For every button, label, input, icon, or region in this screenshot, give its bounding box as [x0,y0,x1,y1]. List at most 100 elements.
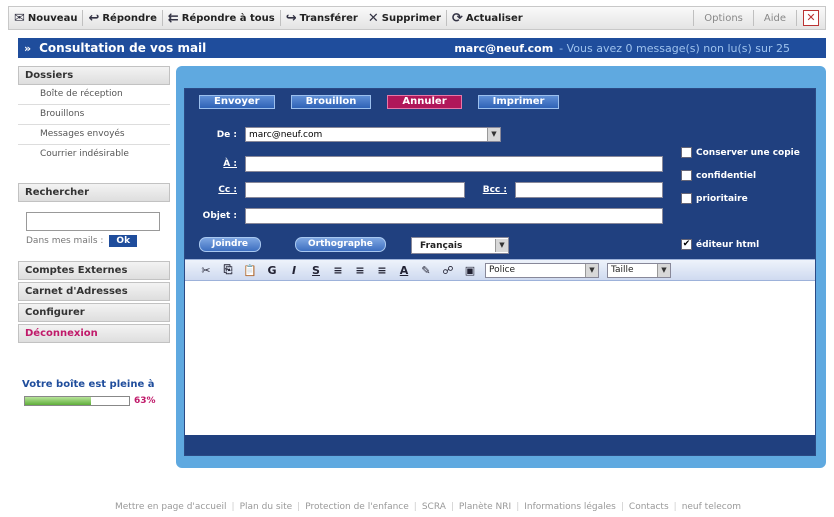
send-button[interactable]: Envoyer [199,95,275,109]
language-value: Français [420,240,463,251]
unread-status: - Vous avez 0 message(s) non lu(s) sur 2… [559,41,790,55]
new-message-button[interactable]: ✉ Nouveau [9,7,82,29]
reply-label: Répondre [102,12,157,24]
footer: Mettre en page d'accueil | Plan du site | … [30,500,826,514]
keep-copy-checkbox[interactable]: Conserver une copie [681,147,800,158]
bold-icon[interactable]: G [261,264,283,277]
size-value: Taille [611,265,634,275]
footer-link[interactable]: Contacts [624,502,674,512]
configure-link[interactable]: Configurer [18,303,170,322]
refresh-label: Actualiser [465,12,523,24]
footer-link[interactable]: Protection de l'enfance [300,502,414,512]
reply-icon: ↩ [88,10,100,26]
reply-all-label: Répondre à tous [181,12,275,24]
cc-label[interactable]: Cc : [187,185,237,195]
footer-link[interactable]: neuf telecom [677,502,746,512]
underline-icon[interactable]: S [305,264,327,277]
message-body-editor[interactable] [185,282,815,436]
search-input[interactable] [26,212,160,231]
font-select[interactable]: Police ▼ [485,262,599,278]
text-color-icon[interactable]: A [393,264,415,277]
page-title: Consultation de vos mail [39,41,207,55]
checkbox-checked-icon: ✔ [681,239,692,250]
cut-icon[interactable]: ✂ [195,264,217,277]
subject-label: Objet : [202,211,237,221]
from-select[interactable]: marc@neuf.com ▼ [245,127,501,142]
subject-row: Objet : [187,208,663,224]
options-link[interactable]: Options [694,7,753,29]
priority-label: prioritaire [696,193,748,204]
chevron-down-icon: ▼ [585,263,598,277]
header-arrow-icon: » [24,41,32,55]
footer-link[interactable]: Planète NRI [454,502,516,512]
footer-link[interactable]: SCRA [417,502,451,512]
italic-icon[interactable]: I [283,264,305,277]
forward-button[interactable]: ↪ Transférer [281,7,363,29]
bcc-label[interactable]: Bcc : [465,185,507,195]
close-icon[interactable]: ✕ [803,10,819,26]
to-label[interactable]: À : [187,159,237,169]
bcc-input[interactable] [515,182,663,198]
account-email: marc@neuf.com [454,41,554,55]
external-accounts-link[interactable]: Comptes Externes [18,261,170,280]
footer-link[interactable]: Mettre en page d'accueil [110,502,232,512]
priority-checkbox[interactable]: prioritaire [681,193,748,204]
search-scope-label: Dans mes mails : [26,236,104,246]
align-right-icon[interactable]: ≡ [371,264,393,277]
chevron-down-icon: ▼ [495,239,508,252]
page-header: » Consultation de vos mail marc@neuf.com… [18,38,826,58]
address-book-link[interactable]: Carnet d'Adresses [18,282,170,301]
checkbox-box [681,147,692,158]
delete-icon: ✕ [367,10,379,26]
spellcheck-button[interactable]: Orthographe [295,237,386,252]
align-left-icon[interactable]: ≡ [327,264,349,277]
save-draft-button[interactable]: Brouillon [290,95,372,109]
attach-button[interactable]: Joindre [199,237,262,252]
quota-percent: 63% [134,396,156,406]
language-select[interactable]: Français ▼ [411,237,509,254]
keep-copy-label: Conserver une copie [696,147,800,158]
quota-label: Votre boîte est pleine à [22,379,155,390]
folders-header[interactable]: Dossiers [18,66,170,85]
cancel-button[interactable]: Annuler [387,95,462,109]
checkbox-box [681,193,692,204]
delete-label: Supprimer [381,12,441,24]
search-row: Dans mes mails : Ok [26,235,170,247]
help-link[interactable]: Aide [754,7,796,29]
compose-form: Envoyer Brouillon Annuler Imprimer De : … [184,88,816,456]
to-input[interactable] [245,156,663,172]
confidential-checkbox[interactable]: confidentiel [681,170,756,181]
subject-input[interactable] [245,208,663,224]
footer-link[interactable]: Informations légales [519,502,621,512]
copy-icon[interactable]: ⎘ [217,263,239,277]
formatting-toolbar: ✂ ⎘ 📋 G I S ≡ ≡ ≡ A ✎ ☍ ▣ Police ▼ Taill… [185,259,815,281]
quota-row: 63% [24,396,170,406]
toolbar-divider [796,10,797,26]
from-value: marc@neuf.com [249,129,323,140]
html-editor-checkbox[interactable]: ✔ éditeur html [681,239,759,250]
folder-junk[interactable]: Courrier indésirable [18,145,170,165]
cc-input[interactable] [245,182,465,198]
print-button[interactable]: Imprimer [477,95,560,109]
new-message-icon: ✉ [14,10,25,26]
folder-drafts[interactable]: Brouillons [18,105,170,125]
footer-link[interactable]: Plan du site [235,502,298,512]
reply-button[interactable]: ↩ Répondre [83,7,161,29]
search-header[interactable]: Rechercher [18,183,170,202]
refresh-button[interactable]: ⟳ Actualiser [447,7,528,29]
size-select[interactable]: Taille ▼ [607,262,671,278]
logout-link[interactable]: Déconnexion [18,324,170,343]
image-icon[interactable]: ▣ [459,264,481,277]
checkbox-box [681,170,692,181]
delete-button[interactable]: ✕ Supprimer [363,7,446,29]
paste-icon[interactable]: 📋 [239,264,261,277]
search-ok-button[interactable]: Ok [109,235,138,247]
highlight-icon[interactable]: ✎ [415,264,437,277]
header-info: marc@neuf.com - Vous avez 0 message(s) n… [454,42,820,55]
link-icon[interactable]: ☍ [437,264,459,277]
folder-sent[interactable]: Messages envoyés [18,125,170,145]
reply-all-button[interactable]: ⇇ Répondre à tous [163,7,280,29]
align-center-icon[interactable]: ≡ [349,264,371,277]
folder-inbox[interactable]: Boîte de réception [18,85,170,105]
quota-bar [24,396,130,406]
